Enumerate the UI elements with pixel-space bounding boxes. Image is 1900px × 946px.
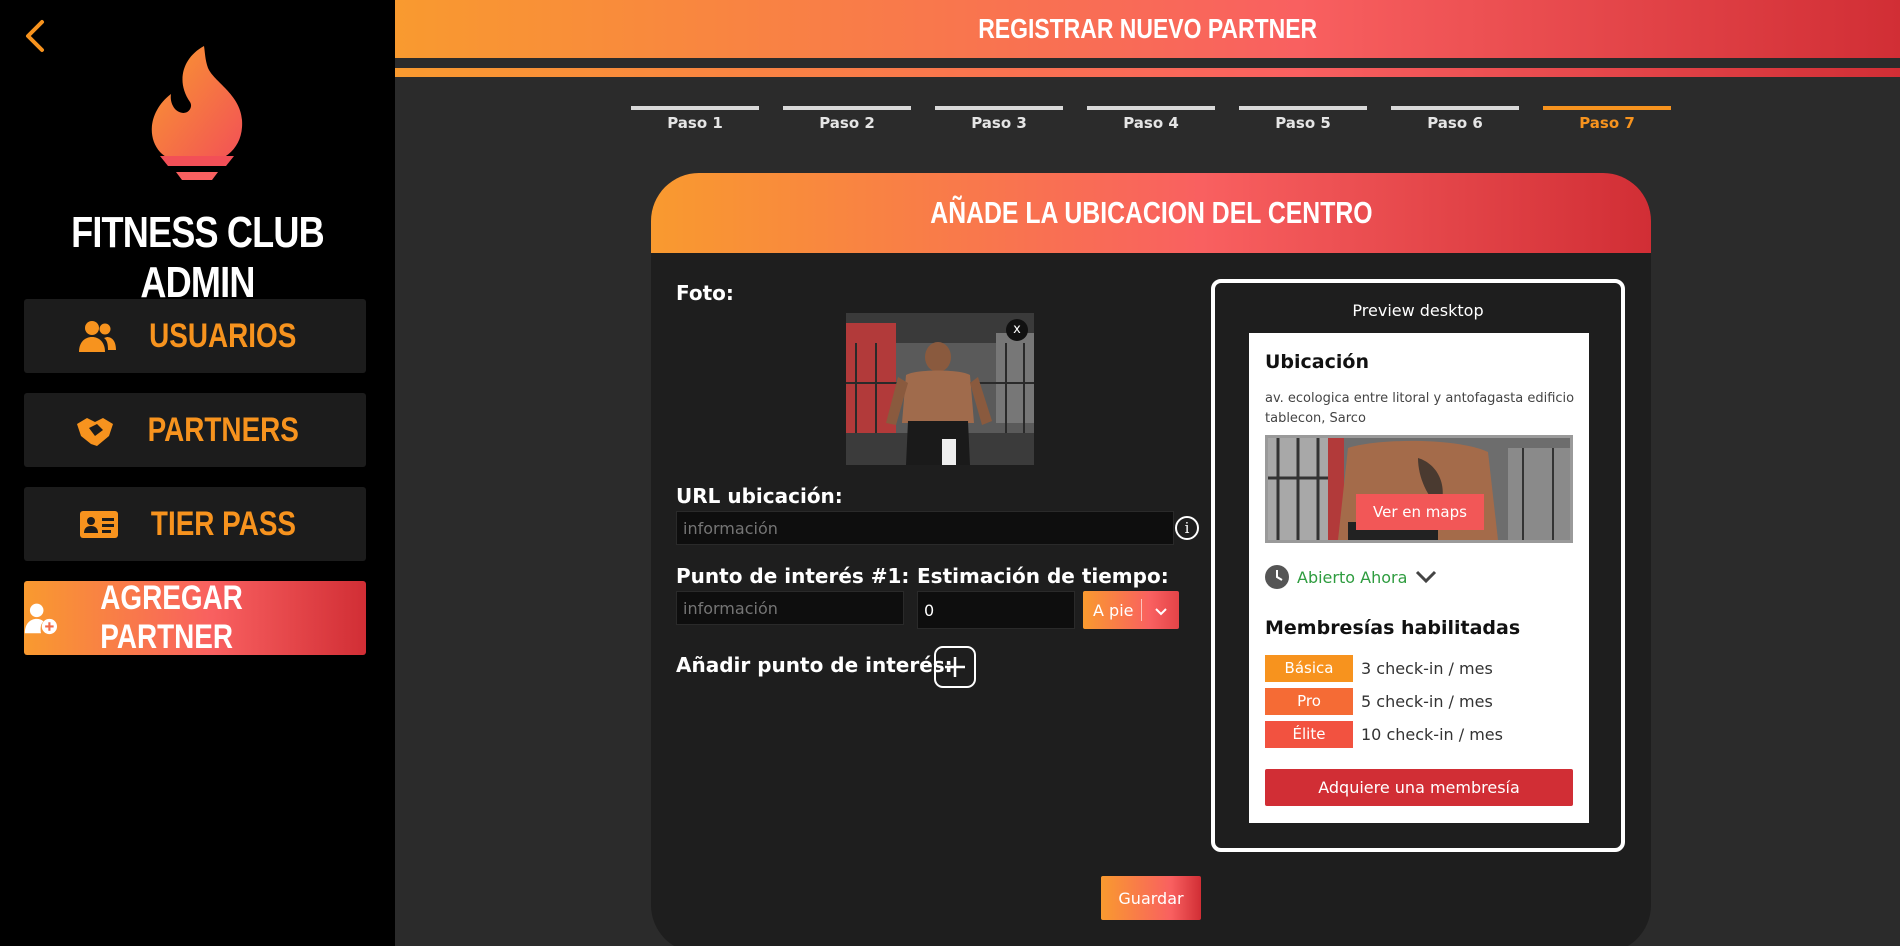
tier-pro: Pro 5 check-in / mes xyxy=(1265,688,1493,715)
step-7[interactable]: Paso 7 xyxy=(1543,106,1671,132)
tier-elite: Élite 10 check-in / mes xyxy=(1265,721,1503,748)
url-label: URL ubicación: xyxy=(676,484,843,508)
step-6[interactable]: Paso 6 xyxy=(1391,106,1519,132)
poi-input[interactable] xyxy=(676,591,904,625)
chevron-down-icon xyxy=(1142,601,1179,620)
view-in-maps-button[interactable]: Ver en maps xyxy=(1356,494,1484,530)
preview-title: Preview desktop xyxy=(1352,301,1484,320)
step-1[interactable]: Paso 1 xyxy=(631,106,759,132)
header-stripe xyxy=(395,68,1900,77)
nav-usuarios[interactable]: USUARIOS xyxy=(24,299,366,373)
nav-tier-pass[interactable]: TIER PASS xyxy=(24,487,366,561)
photo-label: Foto: xyxy=(676,281,734,305)
add-poi-button[interactable] xyxy=(934,646,976,688)
step-4[interactable]: Paso 4 xyxy=(1087,106,1215,132)
page-header: REGISTRAR NUEVO PARTNER xyxy=(395,0,1900,58)
info-icon[interactable]: i xyxy=(1175,516,1199,540)
time-estimate-input[interactable] xyxy=(917,591,1075,629)
plus-icon xyxy=(945,657,965,677)
remove-photo-button[interactable]: x xyxy=(1006,319,1028,341)
desktop-preview: Preview desktop Ubicación av. ecologica … xyxy=(1211,279,1625,852)
step-indicator: Paso 1 Paso 2 Paso 3 Paso 4 Paso 5 Paso … xyxy=(631,106,1671,132)
users-icon xyxy=(79,321,117,352)
buy-membership-button[interactable]: Adquiere una membresía xyxy=(1265,769,1573,806)
gym-photo: x xyxy=(846,313,1034,465)
location-form-card: AÑADE LA UBICACION DEL CENTRO Foto: x UR… xyxy=(651,173,1651,946)
travel-mode-value: A pie xyxy=(1093,600,1134,620)
nav-agregar-partner-label: AGREGAR PARTNER xyxy=(100,579,243,656)
sidebar: FITNESS CLUB ADMIN USUARIOS PARTNERS TIE… xyxy=(0,0,395,946)
tier-basica: Básica 3 check-in / mes xyxy=(1265,655,1493,682)
user-plus-icon xyxy=(24,603,58,635)
card-title: AÑADE LA UBICACION DEL CENTRO xyxy=(929,195,1373,230)
handshake-icon xyxy=(76,418,113,446)
brand-title: FITNESS CLUB ADMIN xyxy=(71,208,325,307)
travel-mode-select[interactable]: A pie xyxy=(1083,591,1179,629)
tier-name: Básica xyxy=(1265,655,1353,682)
memberships-title: Membresías habilitadas xyxy=(1265,617,1521,639)
page-title: REGISTRAR NUEVO PARTNER xyxy=(978,13,1317,44)
nav-tier-pass-label: TIER PASS xyxy=(150,504,296,543)
preview-location-title: Ubicación xyxy=(1265,351,1369,373)
step-3[interactable]: Paso 3 xyxy=(935,106,1063,132)
preview-address: av. ecologica entre litoral y antofagast… xyxy=(1265,391,1575,426)
preview-location-image: Ver en maps xyxy=(1265,435,1573,543)
chevron-down-icon xyxy=(1416,570,1437,584)
card-header: AÑADE LA UBICACION DEL CENTRO xyxy=(651,173,1651,253)
hours-status: Abierto Ahora xyxy=(1297,567,1408,587)
save-button[interactable]: Guardar xyxy=(1101,876,1201,920)
flame-logo-icon xyxy=(142,44,252,184)
step-5[interactable]: Paso 5 xyxy=(1239,106,1367,132)
tier-desc: 10 check-in / mes xyxy=(1361,725,1503,744)
id-card-icon xyxy=(79,511,118,538)
nav-partners[interactable]: PARTNERS xyxy=(24,393,366,467)
clock-icon xyxy=(1265,565,1289,589)
nav-usuarios-label: USUARIOS xyxy=(149,316,297,355)
nav-partners-label: PARTNERS xyxy=(147,410,299,449)
tier-desc: 5 check-in / mes xyxy=(1361,692,1493,711)
preview-hours[interactable]: Abierto Ahora xyxy=(1265,565,1437,589)
tier-name: Pro xyxy=(1265,688,1353,715)
tier-name: Élite xyxy=(1265,721,1353,748)
preview-card: Ubicación av. ecologica entre litoral y … xyxy=(1249,333,1589,823)
time-estimate-label: Estimación de tiempo: xyxy=(917,564,1169,588)
tier-desc: 3 check-in / mes xyxy=(1361,659,1493,678)
nav-agregar-partner[interactable]: AGREGAR PARTNER xyxy=(24,579,366,656)
step-2[interactable]: Paso 2 xyxy=(783,106,911,132)
poi-label: Punto de interés #1: xyxy=(676,564,910,588)
back-arrow-icon[interactable] xyxy=(18,16,50,56)
add-poi-label: Añadir punto de interés: xyxy=(676,653,953,677)
url-input[interactable] xyxy=(676,511,1174,545)
